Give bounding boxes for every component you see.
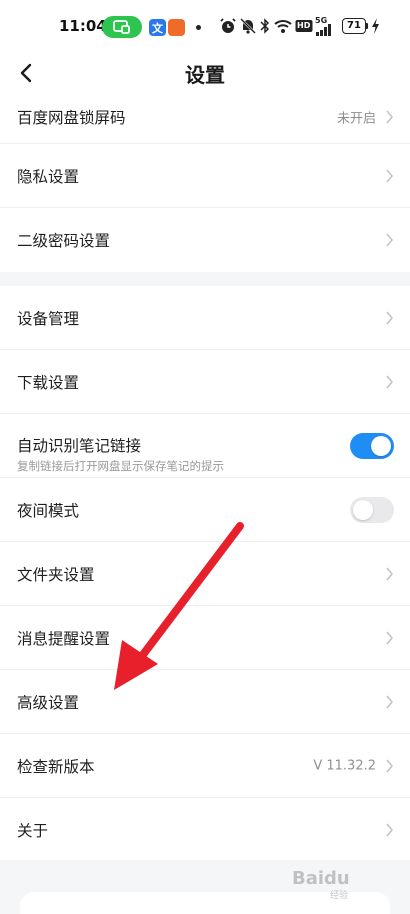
nav-header: 设置 xyxy=(0,56,410,90)
toggle-knob xyxy=(353,499,373,520)
watermark-sub: 经验 xyxy=(330,891,349,901)
row-label: 设备管理 xyxy=(17,309,80,328)
settings-row-night-mode: 夜间模式 xyxy=(0,478,410,542)
settings-group-general: 设备管理 下载设置 自动识别笔记链接 复制链接后打开网盘显示保存笔记的提示 夜间… xyxy=(0,286,410,860)
translate-app-icon: 文 xyxy=(149,19,166,36)
chevron-right-icon xyxy=(386,694,394,709)
page-title: 设置 xyxy=(185,63,225,87)
settings-row-check-update[interactable]: 检查新版本 V 11.32.2 xyxy=(0,734,410,798)
settings-row-advanced[interactable]: 高级设置 xyxy=(0,670,410,734)
wifi-icon xyxy=(274,20,292,33)
row-label: 下载设置 xyxy=(17,373,80,392)
settings-row-privacy[interactable]: 隐私设置 xyxy=(0,144,410,208)
row-label: 关于 xyxy=(17,822,49,840)
row-label: 自动识别笔记链接 xyxy=(17,437,142,455)
status-time: 11:04 xyxy=(59,17,107,35)
settings-group-security: 百度网盘锁屏码 未开启 隐私设置 二级密码设置 xyxy=(0,90,410,272)
chevron-right-icon xyxy=(386,233,394,247)
row-label: 夜间模式 xyxy=(17,501,80,520)
settings-row-secondary-password[interactable]: 二级密码设置 xyxy=(0,208,410,272)
cast-icon xyxy=(113,20,130,34)
notification-dot xyxy=(196,25,201,30)
row-label: 高级设置 xyxy=(17,693,80,712)
row-description: 复制链接后打开网盘显示保存笔记的提示 xyxy=(17,459,224,473)
row-label: 检查新版本 xyxy=(17,757,95,776)
bluetooth-icon xyxy=(260,18,270,34)
row-label: 百度网盘锁屏码 xyxy=(17,108,126,127)
chevron-right-icon xyxy=(386,109,394,124)
night-mode-toggle[interactable] xyxy=(350,496,394,523)
chevron-right-icon xyxy=(386,310,394,325)
chevron-right-icon xyxy=(386,566,394,581)
alarm-icon xyxy=(220,18,236,33)
signal-icon xyxy=(316,24,331,36)
watermark: Baidu xyxy=(292,868,350,889)
chevron-right-icon xyxy=(386,823,394,837)
chevron-right-icon xyxy=(386,374,394,389)
row-label: 消息提醒设置 xyxy=(17,629,111,648)
back-arrow-icon[interactable] xyxy=(16,62,38,84)
hd-label: HD xyxy=(297,21,311,30)
row-label: 二级密码设置 xyxy=(17,232,111,250)
settings-row-note-link-detect: 自动识别笔记链接 复制链接后打开网盘显示保存笔记的提示 xyxy=(0,414,410,478)
screen-cast-indicator xyxy=(102,16,142,38)
row-label: 隐私设置 xyxy=(17,167,80,186)
settings-row-notifications[interactable]: 消息提醒设置 xyxy=(0,606,410,670)
chevron-right-icon xyxy=(386,630,394,645)
settings-row-folder[interactable]: 文件夹设置 xyxy=(0,542,410,606)
orange-app-icon xyxy=(168,19,185,36)
charging-bolt-icon xyxy=(372,18,379,34)
battery-tip xyxy=(366,23,368,29)
toggle-knob xyxy=(371,435,391,456)
status-bar: 11:04 文 HD 5G 71 xyxy=(0,0,410,56)
row-label: 文件夹设置 xyxy=(17,565,95,584)
battery-indicator: 71 xyxy=(342,18,366,34)
settings-row-lock-code[interactable]: 百度网盘锁屏码 未开启 xyxy=(0,90,410,144)
chevron-right-icon xyxy=(386,168,394,183)
mute-bell-icon xyxy=(240,18,256,34)
settings-row-download[interactable]: 下载设置 xyxy=(0,350,410,414)
settings-row-device-management[interactable]: 设备管理 xyxy=(0,286,410,350)
chevron-right-icon xyxy=(386,758,394,773)
version-value: V 11.32.2 xyxy=(313,758,376,773)
note-link-toggle[interactable] xyxy=(350,432,394,459)
row-value: 未开启 xyxy=(336,111,376,126)
settings-row-about[interactable]: 关于 xyxy=(0,798,410,862)
settings-screen: 11:04 文 HD 5G 71 设置 百度网盘锁屏码 未开启 隐私设置 二级密… xyxy=(0,0,410,914)
